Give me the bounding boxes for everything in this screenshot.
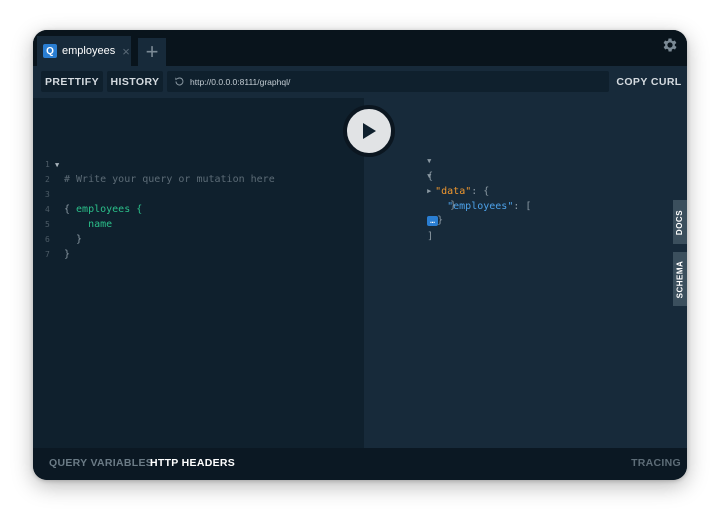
result-text: }: [437, 215, 444, 226]
tab-label: employees: [62, 45, 116, 57]
play-icon: [363, 123, 376, 139]
docs-tab-label: DOCS: [675, 209, 685, 235]
endpoint-url-input[interactable]: http://0.0.0.0:8111/graphql/: [167, 71, 609, 92]
editor-line: 7: [33, 232, 69, 259]
result-text: ]: [427, 231, 434, 242]
query-editor[interactable]: 1 # Write your query or mutation here 2 …: [33, 98, 364, 448]
result-text: }: [450, 200, 457, 211]
editor-line: 6 }: [33, 217, 70, 260]
code-text: employees {: [64, 204, 143, 215]
editor-line: 5 }: [33, 202, 82, 245]
result-line: }: [414, 183, 456, 211]
toolbar: PRETTIFY HISTORY http://0.0.0.0:8111/gra…: [33, 66, 687, 98]
fold-arrow-icon[interactable]: ▼: [55, 158, 59, 173]
result-line: ▼ {: [391, 138, 433, 182]
history-button[interactable]: HISTORY: [107, 71, 163, 92]
result-line: ▶ "employees": [ … ]: [391, 168, 531, 242]
close-icon[interactable]: ×: [122, 45, 130, 58]
result-line: }: [401, 198, 443, 226]
result-key-employees: "employees": [447, 201, 514, 212]
schema-tab[interactable]: SCHEMA: [673, 252, 687, 306]
editor-line: 1 # Write your query or mutation here: [33, 142, 275, 185]
schema-tab-label: SCHEMA: [675, 260, 685, 298]
result-viewer: ▼ { ▼ "data": { ▶ "employees": [ … ] } }…: [364, 98, 687, 448]
gear-icon[interactable]: [661, 36, 679, 54]
http-headers-tab[interactable]: HTTP HEADERS: [150, 457, 235, 469]
playground-window: Q employees × + PRETTIFY HISTORY http://…: [33, 30, 687, 480]
plus-icon: +: [145, 39, 159, 64]
docs-tab[interactable]: DOCS: [673, 200, 687, 244]
code-text: # Write your query or mutation here: [64, 174, 275, 185]
result-text: : {: [471, 186, 490, 197]
result-line: ▼ "data": {: [391, 153, 489, 197]
tab-bar: Q employees × +: [33, 30, 687, 66]
query-badge: Q: [43, 44, 57, 58]
prettify-button[interactable]: PRETTIFY: [41, 71, 103, 92]
tracing-tab[interactable]: TRACING: [631, 457, 681, 469]
reload-icon[interactable]: [174, 76, 185, 87]
bottom-panel-bar: QUERY VARIABLES HTTP HEADERS TRACING: [33, 448, 687, 480]
line-number: 7: [45, 250, 50, 259]
query-variables-tab[interactable]: QUERY VARIABLES: [49, 457, 153, 469]
editor-line: 4 name: [33, 187, 112, 230]
code-text: name: [64, 219, 113, 230]
copy-curl-button[interactable]: COPY CURL: [615, 71, 683, 92]
execute-query-button[interactable]: [343, 105, 395, 157]
add-tab-button[interactable]: +: [138, 38, 166, 66]
endpoint-url: http://0.0.0.0:8111/graphql/: [190, 76, 291, 87]
editor-line: 2 ▼ {: [33, 157, 70, 215]
tab-employees[interactable]: Q employees ×: [37, 36, 131, 66]
editor-line: 3 employees {: [33, 172, 142, 215]
result-text: : [: [513, 201, 532, 212]
